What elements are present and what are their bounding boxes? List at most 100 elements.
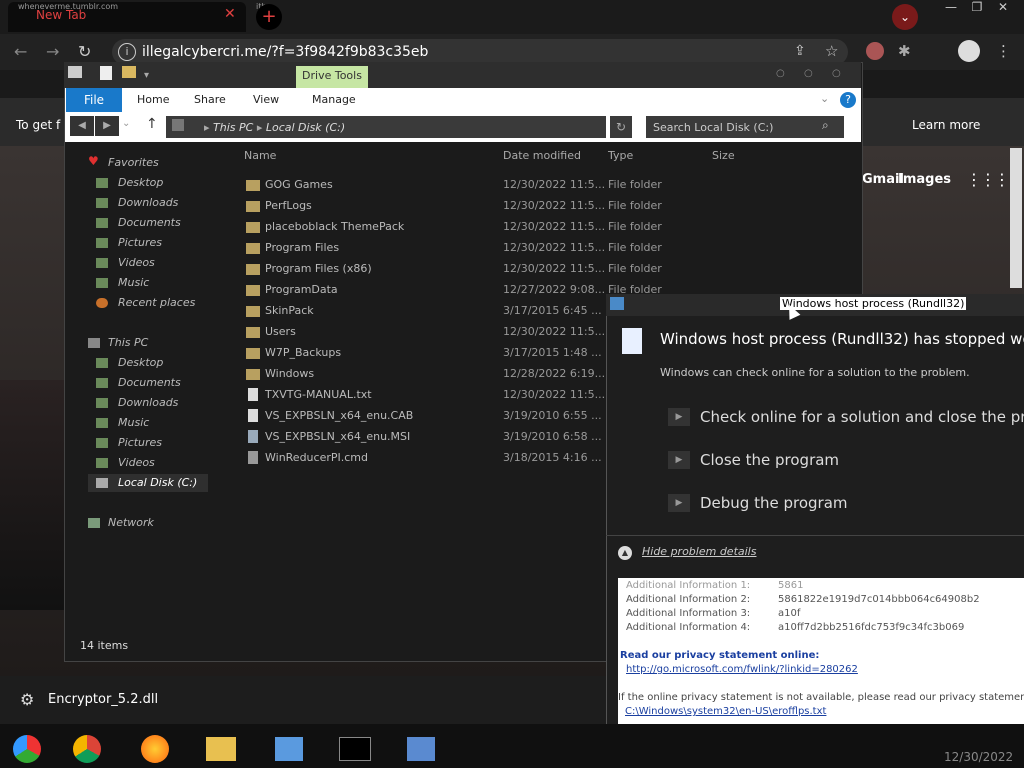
tab-file[interactable]: File	[66, 88, 122, 112]
privacy-link[interactable]: http://go.microsoft.com/fwlink/?linkid=2…	[626, 664, 858, 675]
file-name[interactable]: placeboblack ThemePack	[265, 220, 404, 233]
file-date: 12/30/2022 11:5...	[503, 241, 606, 254]
breadcrumb-local-disk[interactable]: Local Disk (C:)	[266, 121, 345, 134]
arrow-right-icon: ▶	[668, 494, 690, 512]
firefox-taskbar-icon[interactable]	[132, 728, 178, 766]
share-icon[interactable]: ⇪	[794, 43, 806, 59]
taskbar-clock[interactable]: 12/30/2022	[944, 750, 1013, 764]
nav-pc-documents[interactable]: Documents	[118, 376, 181, 389]
file-name[interactable]: W7P_Backups	[265, 346, 341, 359]
nav-pc-videos[interactable]: Videos	[118, 456, 155, 469]
reload-icon[interactable]: ↻	[78, 42, 91, 61]
file-name[interactable]: PerfLogs	[265, 199, 312, 212]
file-name[interactable]: WinReducerPI.cmd	[265, 451, 368, 464]
nav-favorites[interactable]: Favorites	[108, 156, 159, 169]
network-taskbar-icon[interactable]	[266, 728, 312, 766]
file-name[interactable]: VS_EXPBSLN_x64_enu.CAB	[265, 409, 413, 422]
new-folder-icon[interactable]	[122, 66, 136, 78]
recent-locations-icon[interactable]: ⌄	[122, 118, 130, 129]
file-name[interactable]: Windows	[265, 367, 314, 380]
download-item[interactable]: Encryptor_5.2.dll	[48, 692, 158, 707]
explorer-minimize-icon[interactable]: ○	[776, 68, 785, 79]
explorer-titlebar[interactable]	[64, 62, 861, 88]
error-app-taskbar-icon[interactable]	[398, 728, 444, 766]
nav-pc-desktop[interactable]: Desktop	[118, 356, 163, 369]
tab-close-icon[interactable]: ✕	[224, 6, 236, 22]
nav-fav-documents[interactable]: Documents	[118, 216, 181, 229]
offline-privacy-link[interactable]: C:\Windows\system32\en-US\erofflps.txt	[625, 706, 826, 717]
nav-pc-music[interactable]: Music	[118, 416, 149, 429]
nav-fav-downloads[interactable]: Downloads	[118, 196, 178, 209]
hide-problem-details-link[interactable]: Hide problem details	[642, 545, 756, 558]
chevron-up-icon[interactable]: ▲	[618, 546, 632, 560]
start-button[interactable]	[4, 728, 50, 766]
minimize-icon[interactable]: —	[938, 0, 964, 16]
close-program-option[interactable]: Close the program	[700, 451, 839, 469]
restore-icon[interactable]: ❐	[964, 0, 990, 16]
tab-home[interactable]: Home	[137, 93, 169, 106]
extension-icon[interactable]	[866, 42, 884, 60]
explorer-back-icon[interactable]: ◀	[70, 116, 94, 136]
column-date-modified[interactable]: Date modified	[503, 149, 581, 162]
tab-share[interactable]: Share	[194, 93, 226, 106]
explorer-forward-icon[interactable]: ▶	[95, 116, 119, 136]
nav-network[interactable]: Network	[108, 516, 154, 529]
close-icon[interactable]: ✕	[990, 0, 1016, 16]
avatar[interactable]	[958, 40, 980, 62]
properties-icon[interactable]	[100, 66, 112, 80]
refresh-icon[interactable]: ↻	[610, 116, 632, 138]
nav-fav-recent[interactable]: Recent places	[118, 296, 195, 309]
nav-fav-videos[interactable]: Videos	[118, 256, 155, 269]
menu-icon[interactable]: ⋮	[996, 42, 1011, 60]
tab-view[interactable]: View	[253, 93, 279, 106]
nav-fav-desktop[interactable]: Desktop	[118, 176, 163, 189]
bookmark-star-icon[interactable]: ☆	[825, 42, 838, 60]
cmd-taskbar-icon[interactable]	[332, 728, 378, 766]
url-text[interactable]: illegalcybercri.me/?f=3f9842f9b83c35eb	[142, 44, 428, 60]
apps-grid-icon[interactable]: ⋮⋮⋮	[966, 170, 1010, 189]
back-arrow-icon[interactable]: ←	[14, 42, 27, 61]
column-size[interactable]: Size	[712, 149, 735, 162]
nav-pc-pictures[interactable]: Pictures	[118, 436, 162, 449]
nav-this-pc[interactable]: This PC	[108, 336, 148, 349]
up-arrow-icon[interactable]: ↑	[146, 116, 158, 132]
file-name[interactable]: Program Files (x86)	[265, 262, 372, 275]
file-name[interactable]: Users	[265, 325, 296, 338]
chrome-taskbar-icon[interactable]	[64, 728, 110, 766]
tab-search-icon[interactable]: ⌄	[892, 4, 918, 30]
images-link[interactable]: Images	[898, 172, 951, 187]
file-name[interactable]: VS_EXPBSLN_x64_enu.MSI	[265, 430, 410, 443]
detail-label: Additional Information 2:	[626, 594, 751, 605]
learn-more-link[interactable]: Learn more	[912, 118, 980, 132]
column-name[interactable]: Name	[244, 149, 276, 162]
nav-pc-downloads[interactable]: Downloads	[118, 396, 178, 409]
help-icon[interactable]: ?	[840, 92, 856, 108]
column-type[interactable]: Type	[608, 149, 633, 162]
info-icon[interactable]: i	[118, 43, 136, 61]
folder-icon	[246, 180, 260, 191]
tab-manage[interactable]: Manage	[312, 93, 356, 106]
debug-program-option[interactable]: Debug the program	[700, 494, 848, 512]
file-explorer-taskbar-icon[interactable]	[198, 728, 244, 766]
forward-arrow-icon[interactable]: →	[46, 42, 59, 61]
page-scrollbar[interactable]	[1010, 148, 1022, 288]
check-online-option[interactable]: Check online for a solution and close th…	[700, 408, 1024, 426]
file-name[interactable]: Program Files	[265, 241, 339, 254]
quick-access-dropdown-icon[interactable]: ▾	[144, 70, 149, 81]
nav-fav-pictures[interactable]: Pictures	[118, 236, 162, 249]
search-icon[interactable]: ⌕	[822, 118, 829, 133]
file-name[interactable]: GOG Games	[265, 178, 333, 191]
ribbon-expand-icon[interactable]: ⌄	[820, 92, 829, 105]
file-name[interactable]: TXVTG-MANUAL.txt	[265, 388, 372, 401]
breadcrumb-this-pc[interactable]: This PC	[213, 121, 253, 134]
file-name[interactable]: SkinPack	[265, 304, 314, 317]
nav-pc-local-disk[interactable]: Local Disk (C:)	[118, 476, 197, 489]
new-tab-button[interactable]: +	[256, 4, 282, 30]
puzzle-icon[interactable]: ✱	[898, 42, 911, 60]
explorer-maximize-icon[interactable]: ○	[804, 68, 813, 79]
detail-value: a10ff7d2bb2516fdc753f9c34fc3b069	[778, 622, 965, 633]
nav-fav-music[interactable]: Music	[118, 276, 149, 289]
file-type: File folder	[608, 199, 662, 212]
file-name[interactable]: ProgramData	[265, 283, 338, 296]
explorer-close-icon[interactable]: ○	[832, 68, 841, 79]
